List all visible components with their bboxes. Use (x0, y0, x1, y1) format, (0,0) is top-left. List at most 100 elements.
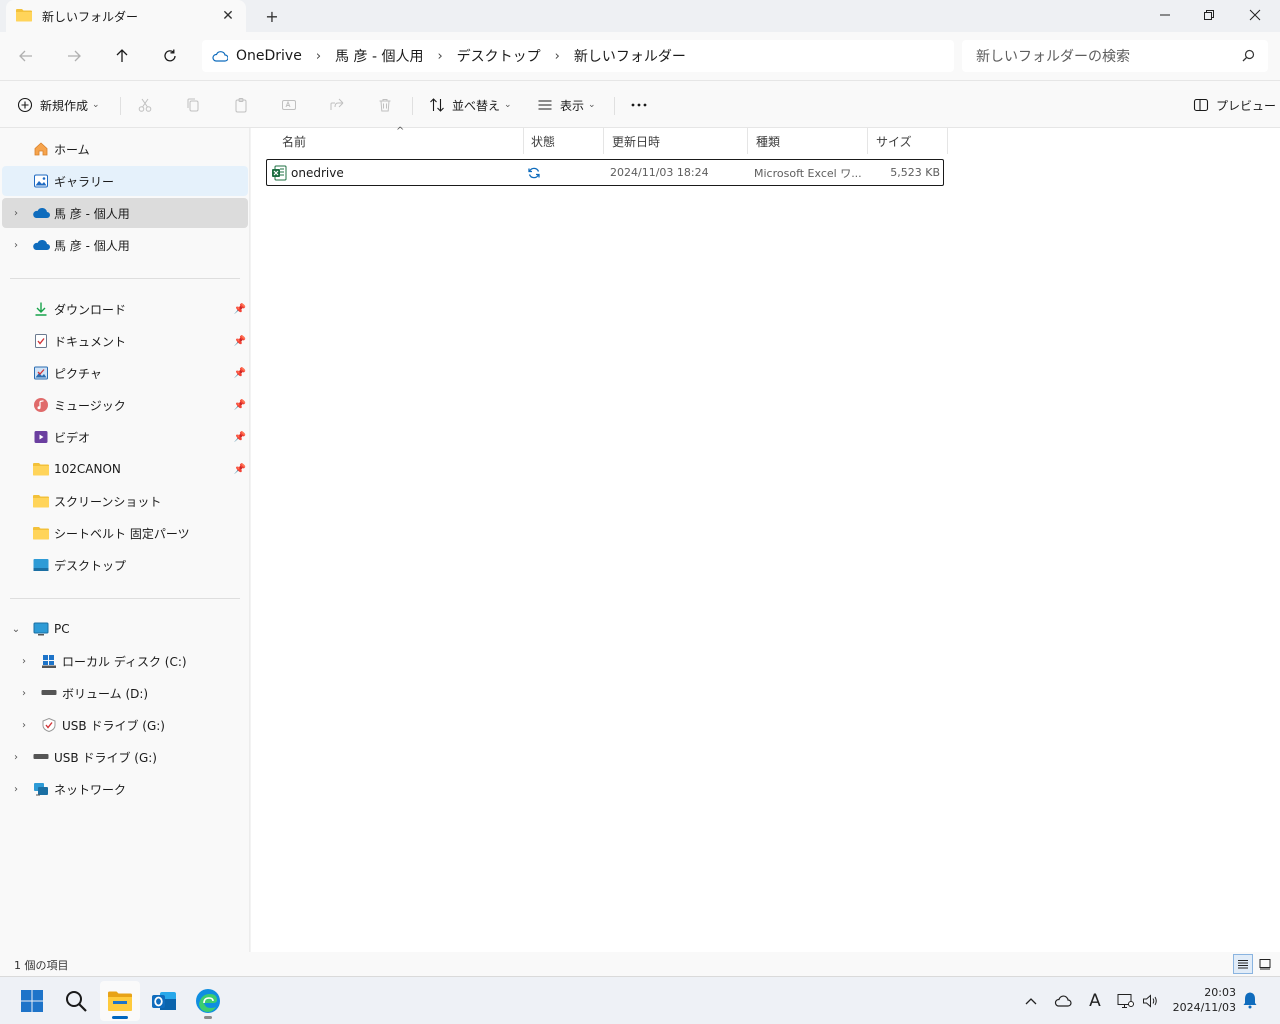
chevron-right-icon[interactable]: › (18, 656, 30, 667)
chevron-right-icon[interactable]: › (18, 688, 30, 699)
column-header-status[interactable]: 状態 (523, 128, 604, 154)
sidebar-item-pc[interactable]: ⌄ PC (2, 614, 248, 644)
search-taskbar-button[interactable] (56, 981, 96, 1021)
share-button[interactable] (328, 93, 346, 117)
usb-drive-icon (40, 716, 58, 734)
file-name[interactable]: onedrive (291, 160, 344, 185)
chevron-down-icon[interactable]: ⌄ (10, 624, 22, 635)
sidebar-item-downloads[interactable]: ダウンロード 📌 (2, 294, 248, 324)
file-row[interactable]: onedrive 2024/11/03 18:24 Microsoft Exce… (266, 159, 944, 186)
chevron-right-icon[interactable]: › (10, 752, 22, 763)
view-list-icon (536, 96, 554, 114)
column-header-type[interactable]: 種類 (748, 128, 868, 154)
file-explorer-taskbar-button[interactable] (100, 981, 140, 1021)
refresh-button[interactable] (158, 44, 182, 68)
sidebar-item-onedrive-personal[interactable]: › 馬 彦 - 個人用 (2, 198, 248, 228)
minimize-button[interactable] (1142, 0, 1188, 30)
chevron-right-icon[interactable]: › (10, 240, 22, 251)
sidebar-item-home[interactable]: ホーム (2, 134, 248, 164)
copy-icon (184, 96, 202, 114)
sidebar-item-documents[interactable]: ドキュメント 📌 (2, 326, 248, 356)
taskbar: A 20:03 2024/11/03 (0, 976, 1280, 1024)
notification-bell-icon[interactable] (1242, 991, 1262, 1011)
breadcrumb-new-folder[interactable]: 新しいフォルダー (574, 46, 686, 66)
chevron-right-icon[interactable]: › (10, 208, 22, 219)
breadcrumb-desktop[interactable]: デスクトップ (457, 46, 541, 66)
start-button[interactable] (12, 981, 52, 1021)
sidebar-item-102canon[interactable]: 102CANON 📌 (2, 454, 248, 484)
back-button[interactable] (14, 44, 38, 68)
sidebar-item-usb-drive[interactable]: › USB ドライブ (G:) (2, 742, 248, 772)
close-tab-button[interactable]: ✕ (220, 8, 236, 24)
folder-icon (32, 492, 50, 510)
sidebar-item-pictures[interactable]: ピクチャ 📌 (2, 358, 248, 388)
view-button[interactable]: 表示 ⌄ (536, 93, 596, 117)
sidebar-item-videos[interactable]: ビデオ 📌 (2, 422, 248, 452)
network-status-button[interactable] (1115, 991, 1135, 1011)
pin-icon[interactable]: 📌 (234, 464, 246, 475)
sidebar-item-desktop[interactable]: デスクトップ (2, 550, 248, 580)
sidebar-item-drive-d[interactable]: › ボリューム (D:) (2, 678, 248, 708)
details-view-button[interactable] (1233, 954, 1253, 974)
file-list-pane: ^ 名前 状態 更新日時 種類 サイズ onedrive 2024/11/03 … (251, 126, 1280, 952)
edge-taskbar-button[interactable] (188, 981, 228, 1021)
large-icons-view-button[interactable] (1255, 954, 1275, 974)
close-window-button[interactable] (1232, 0, 1278, 30)
new-button[interactable]: 新規作成 ⌄ (16, 93, 100, 117)
show-hidden-icons-button[interactable] (1021, 991, 1041, 1011)
outlook-taskbar-button[interactable] (144, 981, 184, 1021)
clock[interactable]: 20:03 2024/11/03 (1173, 985, 1236, 1015)
cut-button[interactable] (136, 93, 154, 117)
pin-icon[interactable]: 📌 (234, 432, 246, 443)
pictures-icon (32, 364, 50, 382)
volume-button[interactable] (1141, 991, 1161, 1011)
up-button[interactable] (110, 44, 134, 68)
breadcrumb-onedrive[interactable]: OneDrive (212, 48, 302, 64)
plus-circle-icon (16, 96, 34, 114)
more-options-button[interactable] (630, 93, 648, 117)
chevron-down-icon: ⌄ (588, 100, 596, 110)
chevron-right-icon[interactable]: › (10, 784, 22, 795)
breadcrumb-personal[interactable]: 馬 彦 - 個人用 (335, 46, 423, 66)
chevron-right-icon[interactable]: › (555, 49, 560, 64)
network-icon (32, 780, 50, 798)
onedrive-tray-button[interactable] (1053, 991, 1073, 1011)
paste-button[interactable] (232, 93, 250, 117)
column-header-modified[interactable]: 更新日時 (604, 128, 748, 154)
sidebar-item-drive-c[interactable]: › ローカル ディスク (C:) (2, 646, 248, 676)
delete-button[interactable] (376, 93, 394, 117)
sidebar-item-screenshots[interactable]: スクリーンショット (2, 486, 248, 516)
clock-time: 20:03 (1204, 986, 1236, 999)
search-input[interactable]: 新しいフォルダーの検索 (962, 40, 1268, 72)
sidebar-item-seatbelt-parts[interactable]: シートベルト 固定パーツ (2, 518, 248, 548)
sidebar-item-gallery[interactable]: ギャラリー (2, 166, 248, 196)
sidebar-item-onedrive-personal-2[interactable]: › 馬 彦 - 個人用 (2, 230, 248, 260)
tab-active[interactable]: 新しいフォルダー ✕ (6, 0, 246, 32)
new-tab-button[interactable]: + (262, 6, 282, 26)
ime-indicator[interactable]: A (1085, 991, 1105, 1011)
chevron-up-icon (1025, 998, 1037, 1005)
preview-pane-icon (1192, 96, 1210, 114)
column-header-name[interactable]: 名前 (274, 128, 524, 154)
sidebar-item-usb-drive-child[interactable]: › USB ドライブ (G:) (2, 710, 248, 740)
restore-button[interactable] (1186, 0, 1232, 30)
trash-icon (376, 96, 394, 114)
folder-icon (32, 460, 50, 478)
address-bar[interactable]: OneDrive › 馬 彦 - 個人用 › デスクトップ › 新しいフォルダー (202, 40, 954, 72)
chevron-right-icon[interactable]: › (18, 720, 30, 731)
chevron-right-icon[interactable]: › (316, 49, 321, 64)
rename-button[interactable] (280, 93, 298, 117)
column-header-size[interactable]: サイズ (868, 128, 948, 154)
pin-icon[interactable]: 📌 (234, 336, 246, 347)
preview-pane-button[interactable]: プレビュー (1192, 93, 1276, 117)
forward-button[interactable] (62, 44, 86, 68)
sidebar-item-music[interactable]: ミュージック 📌 (2, 390, 248, 420)
copy-button[interactable] (184, 93, 202, 117)
sort-button[interactable]: 並べ替え ⌄ (428, 93, 512, 117)
pin-icon[interactable]: 📌 (234, 304, 246, 315)
sidebar-item-network[interactable]: › ネットワーク (2, 774, 248, 804)
pin-icon[interactable]: 📌 (234, 400, 246, 411)
pin-icon[interactable]: 📌 (234, 368, 246, 379)
usb-drive-icon (32, 748, 50, 766)
chevron-right-icon[interactable]: › (437, 49, 442, 64)
